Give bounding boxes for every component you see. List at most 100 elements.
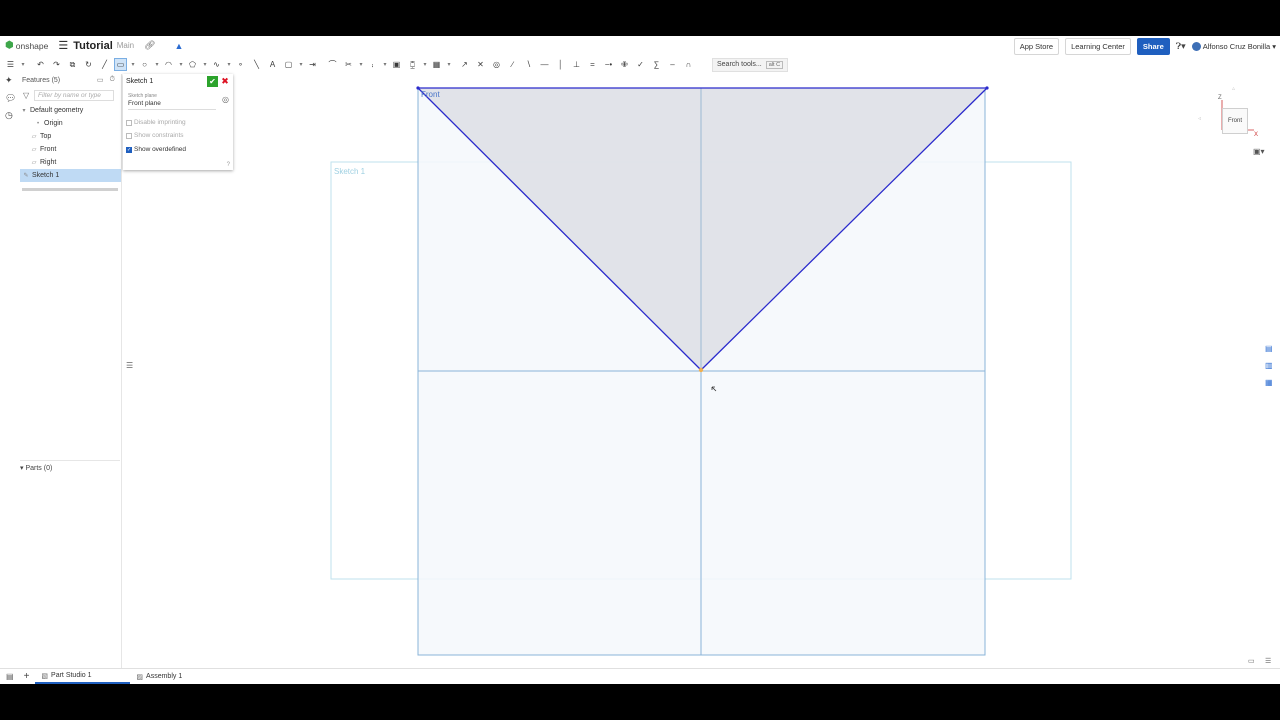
filter-icon[interactable]: ▽ (20, 91, 34, 100)
tangent-icon[interactable]: ∖ (522, 58, 535, 71)
list-icon[interactable]: ☰ (1265, 657, 1271, 665)
learning-cap-icon[interactable]: ▲ (175, 41, 184, 51)
fix-icon[interactable]: – (666, 58, 679, 71)
chevron-down-icon[interactable]: ▾ (202, 58, 208, 71)
display-mode-icon[interactable]: ▣▾ (1253, 147, 1265, 156)
tree-item-right[interactable]: ▱ Right (20, 156, 121, 169)
pattern-icon[interactable]: ▦ (430, 58, 443, 71)
dxf-icon[interactable]: ⇥ (306, 58, 319, 71)
help-icon[interactable]: ❓︎▾ (1176, 41, 1186, 52)
undo-icon[interactable]: ↶ (34, 58, 47, 71)
dimension-icon[interactable]: ↗ (458, 58, 471, 71)
parts-list-header[interactable]: ▾ Parts (0) (20, 460, 120, 472)
add-tab-icon[interactable]: + (24, 671, 30, 682)
chevron-down-icon[interactable]: ▾ (422, 58, 428, 71)
chevron-down-icon[interactable]: ▾ (226, 58, 232, 71)
timer-icon[interactable]: ⏱︎ (110, 76, 115, 84)
accept-button[interactable]: ✔ (207, 76, 218, 87)
show-overdefined-option[interactable]: ✓ Show overdefined (126, 146, 186, 153)
search-tools-button[interactable]: Search tools... alt C (712, 57, 789, 72)
sketch-vertex[interactable] (416, 86, 420, 90)
text-icon[interactable]: A (266, 58, 279, 71)
copy-icon[interactable]: ⧉ (66, 58, 79, 71)
horizontal-icon[interactable]: — (538, 58, 551, 71)
chevron-down-icon[interactable]: ▾ (154, 58, 160, 71)
chevron-down-icon[interactable]: ▾ (446, 58, 452, 71)
concentric-icon[interactable]: ◎ (490, 58, 503, 71)
chevron-down-icon[interactable]: ▾ (298, 58, 304, 71)
sketch-plane-field[interactable]: Front plane (128, 100, 216, 110)
close-icon[interactable]: ✖ (220, 76, 230, 87)
app-store-button[interactable]: App Store (1013, 38, 1060, 55)
link-icon[interactable]: 🔗︎ (144, 40, 155, 51)
tab-part-studio-1[interactable]: ▧ Part Studio 1 (35, 670, 131, 684)
chevron-down-icon[interactable]: ▾ (130, 58, 136, 71)
document-title[interactable]: Tutorial (73, 40, 113, 52)
show-constraints-option[interactable]: Show constraints (126, 132, 184, 139)
parallel-icon[interactable]: ∕ (506, 58, 519, 71)
filter-input[interactable]: Filter by name or type (34, 90, 114, 101)
configuration-panel-icon[interactable]: ▥ (1265, 361, 1273, 370)
symmetric-icon[interactable]: ∑ (650, 58, 663, 71)
tree-rollback-bar[interactable] (22, 188, 118, 191)
tree-item-top[interactable]: ▱ Top (20, 130, 121, 143)
mirror-icon[interactable]: ⧮ (406, 58, 419, 71)
chevron-down-icon[interactable]: ▾ (358, 58, 364, 71)
tab-manager-icon[interactable]: ▤ (6, 672, 14, 681)
redo-icon[interactable]: ↷ (50, 58, 63, 71)
equal-icon[interactable]: = (586, 58, 599, 71)
disable-imprinting-option[interactable]: Disable imprinting (126, 119, 186, 126)
feature-list-icon[interactable]: ✦ (5, 75, 13, 86)
tree-item-sketch-1[interactable]: ✎︎ Sketch 1 (20, 169, 121, 182)
rollback-icon[interactable]: ▭ (97, 76, 104, 84)
share-button[interactable]: Share (1136, 38, 1170, 55)
tree-item-front[interactable]: ▱ Front (20, 143, 121, 156)
features-toggle-icon[interactable]: ☰ (4, 58, 17, 71)
fillet-icon[interactable]: ⌒ (326, 58, 339, 71)
chevron-down-icon[interactable]: ▾ (382, 58, 388, 71)
origin-point[interactable] (698, 367, 704, 373)
normal-icon[interactable]: ✙ (618, 58, 631, 71)
chevron-down-icon[interactable]: ▾ (20, 58, 26, 71)
point-icon[interactable]: ∘ (234, 58, 247, 71)
arrow-left-icon[interactable]: ◃ (1198, 116, 1201, 122)
checkbox-checked[interactable]: ✓ (126, 146, 132, 153)
view-cube-front-face[interactable]: Front (1222, 108, 1248, 134)
panel-list-icon[interactable]: ☰ (126, 361, 133, 370)
vertical-icon[interactable]: │ (554, 58, 567, 71)
view-normal-icon[interactable]: ◎ (222, 95, 229, 104)
chevron-down-icon[interactable]: ▾ (178, 58, 184, 71)
onshape-logo[interactable]: ⬢ onshape (5, 40, 48, 51)
coincident-icon[interactable]: ✕ (474, 58, 487, 71)
construction-icon[interactable]: ╲ (250, 58, 263, 71)
trim-icon[interactable]: ✂ (342, 58, 355, 71)
arc-icon[interactable]: ◠ (162, 58, 175, 71)
learning-center-button[interactable]: Learning Center (1065, 38, 1131, 55)
user-menu[interactable]: Alfonso Cruz Bonilla ▾ (1191, 42, 1276, 51)
layers-icon[interactable]: ▭ (1248, 657, 1255, 665)
help-icon[interactable]: ? (227, 162, 230, 168)
comments-icon[interactable]: 💬︎ (5, 93, 16, 104)
midpoint-icon[interactable]: −• (602, 58, 615, 71)
insert-image-icon[interactable]: ▢ (282, 58, 295, 71)
menu-icon[interactable]: ☰ (58, 39, 68, 52)
polygon-icon[interactable]: ⬠ (186, 58, 199, 71)
sketch-vertex[interactable] (985, 86, 989, 90)
transform-icon[interactable]: ▣ (390, 58, 403, 71)
circle-icon[interactable]: ○ (138, 58, 151, 71)
line-icon[interactable]: ╱ (98, 58, 111, 71)
arrow-up-icon[interactable]: ▵ (1232, 86, 1235, 92)
rotate-icon[interactable]: ↻ (82, 58, 95, 71)
curvature-icon[interactable]: ∩ (682, 58, 695, 71)
tab-assembly-1[interactable]: ▨ Assembly 1 (130, 670, 188, 684)
checkbox[interactable] (126, 132, 132, 139)
history-icon[interactable]: ◷ (5, 110, 13, 121)
pierce-icon[interactable]: ✓ (634, 58, 647, 71)
branch-label[interactable]: Main (117, 41, 134, 50)
variables-panel-icon[interactable]: ▦ (1265, 378, 1273, 387)
perpendicular-icon[interactable]: ⊥ (570, 58, 583, 71)
appearance-panel-icon[interactable]: ▤ (1265, 344, 1273, 353)
offset-icon[interactable]: ⨾ (366, 58, 379, 71)
rectangle-icon[interactable]: ▭ (114, 58, 127, 71)
checkbox[interactable] (126, 119, 132, 126)
